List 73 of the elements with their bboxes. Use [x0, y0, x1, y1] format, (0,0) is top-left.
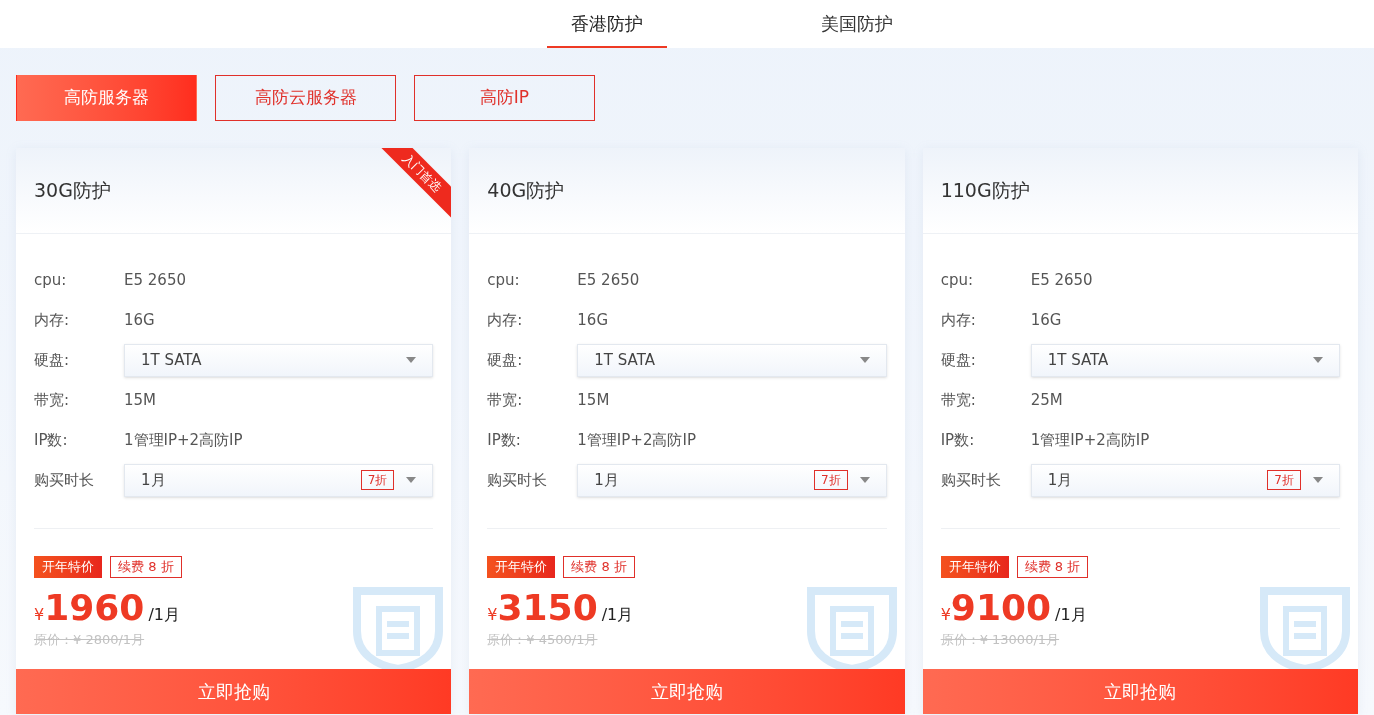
caret-icon: [1313, 477, 1323, 483]
discount-tag: 7折: [360, 470, 395, 490]
region-tab[interactable]: 美国防护: [797, 0, 917, 48]
spec-label: 内存:: [34, 309, 71, 331]
price-unit: /1月: [1055, 604, 1087, 626]
spec-value: 16G: [577, 309, 609, 331]
price-unit: /1月: [601, 604, 634, 626]
spec-label: IP数:: [940, 429, 976, 451]
spec-value: E5 2650: [124, 269, 186, 291]
shield-icon: [353, 587, 444, 669]
renewal-tag: 续费 8 折: [563, 556, 635, 578]
spec-value: 1管理IP+2高防IP: [577, 429, 696, 451]
original-price: 原价：¥ 13000/1月: [940, 631, 1061, 649]
discount-tag: 7折: [814, 470, 848, 490]
spec-label: IP数:: [487, 429, 522, 451]
spec-label: 带宽:: [940, 389, 977, 411]
renewal-tag: 续费 8 折: [110, 556, 182, 578]
plan-title: 110G防护: [940, 178, 1030, 204]
spec-value: E5 2650: [577, 269, 640, 291]
promo-tag: 开年特价: [487, 556, 556, 578]
spec-value: 15M: [124, 389, 157, 411]
spec-label: 购买时长: [940, 469, 1002, 491]
price-unit: /1月: [148, 604, 180, 626]
spec-value: 25M: [1030, 389, 1063, 411]
dropdown[interactable]: 1T SATA: [577, 343, 887, 377]
original-price: 原价：¥ 2800/1月: [34, 631, 146, 649]
price: 3150: [497, 586, 598, 630]
currency-symbol: ¥: [487, 604, 498, 626]
dropdown[interactable]: 1月 7折: [577, 463, 887, 497]
spec-label: cpu:: [487, 269, 521, 291]
plan-title: 30G防护: [34, 178, 111, 204]
spec-value: 16G: [124, 309, 155, 331]
renewal-tag: 续费 8 折: [1016, 556, 1089, 578]
category-button[interactable]: 高防IP: [414, 75, 595, 121]
spec-label: 购买时长: [34, 469, 95, 491]
caret-icon: [406, 357, 417, 363]
spec-label: 内存:: [487, 309, 524, 331]
spec-label: 带宽:: [487, 389, 524, 411]
promo-tag: 开年特价: [940, 556, 1009, 578]
shield-icon: [1260, 587, 1350, 669]
discount-tag: 7折: [1267, 470, 1301, 490]
spec-value: 1管理IP+2高防IP: [124, 429, 243, 451]
currency-symbol: ¥: [34, 605, 45, 626]
promo-tag: 开年特价: [34, 556, 102, 578]
caret-icon: [406, 477, 417, 483]
dropdown[interactable]: 1月 7折: [1030, 463, 1340, 497]
price: 9100: [950, 586, 1052, 630]
spec-label: 硬盘:: [940, 349, 977, 371]
dropdown[interactable]: 1T SATA: [1030, 343, 1340, 377]
spec-label: IP数:: [34, 429, 69, 451]
caret-icon: [1313, 357, 1323, 363]
spec-value: E5 2650: [1030, 269, 1093, 291]
currency-symbol: ¥: [940, 604, 951, 626]
spec-value: 1管理IP+2高防IP: [1030, 429, 1150, 451]
spec-label: cpu:: [34, 269, 68, 291]
shield-icon: [806, 587, 897, 669]
spec-label: 内存:: [940, 309, 977, 331]
spec-label: 硬盘:: [34, 349, 71, 371]
region-tab[interactable]: 香港防护: [547, 0, 667, 48]
dropdown[interactable]: 1T SATA: [124, 343, 434, 377]
spec-label: 硬盘:: [487, 349, 524, 371]
plan-title: 40G防护: [487, 178, 565, 204]
spec-value: 15M: [577, 389, 610, 411]
caret-icon: [859, 357, 870, 363]
price: 1960: [44, 586, 145, 630]
caret-icon: [859, 477, 870, 483]
dropdown[interactable]: 1月 7折: [124, 463, 434, 497]
original-price: 原价：¥ 4500/1月: [487, 631, 599, 649]
category-button[interactable]: 高防云服务器: [215, 75, 396, 121]
spec-value: 16G: [1030, 309, 1062, 331]
spec-label: cpu:: [940, 269, 974, 291]
spec-label: 购买时长: [487, 469, 549, 491]
spec-label: 带宽:: [34, 389, 71, 411]
